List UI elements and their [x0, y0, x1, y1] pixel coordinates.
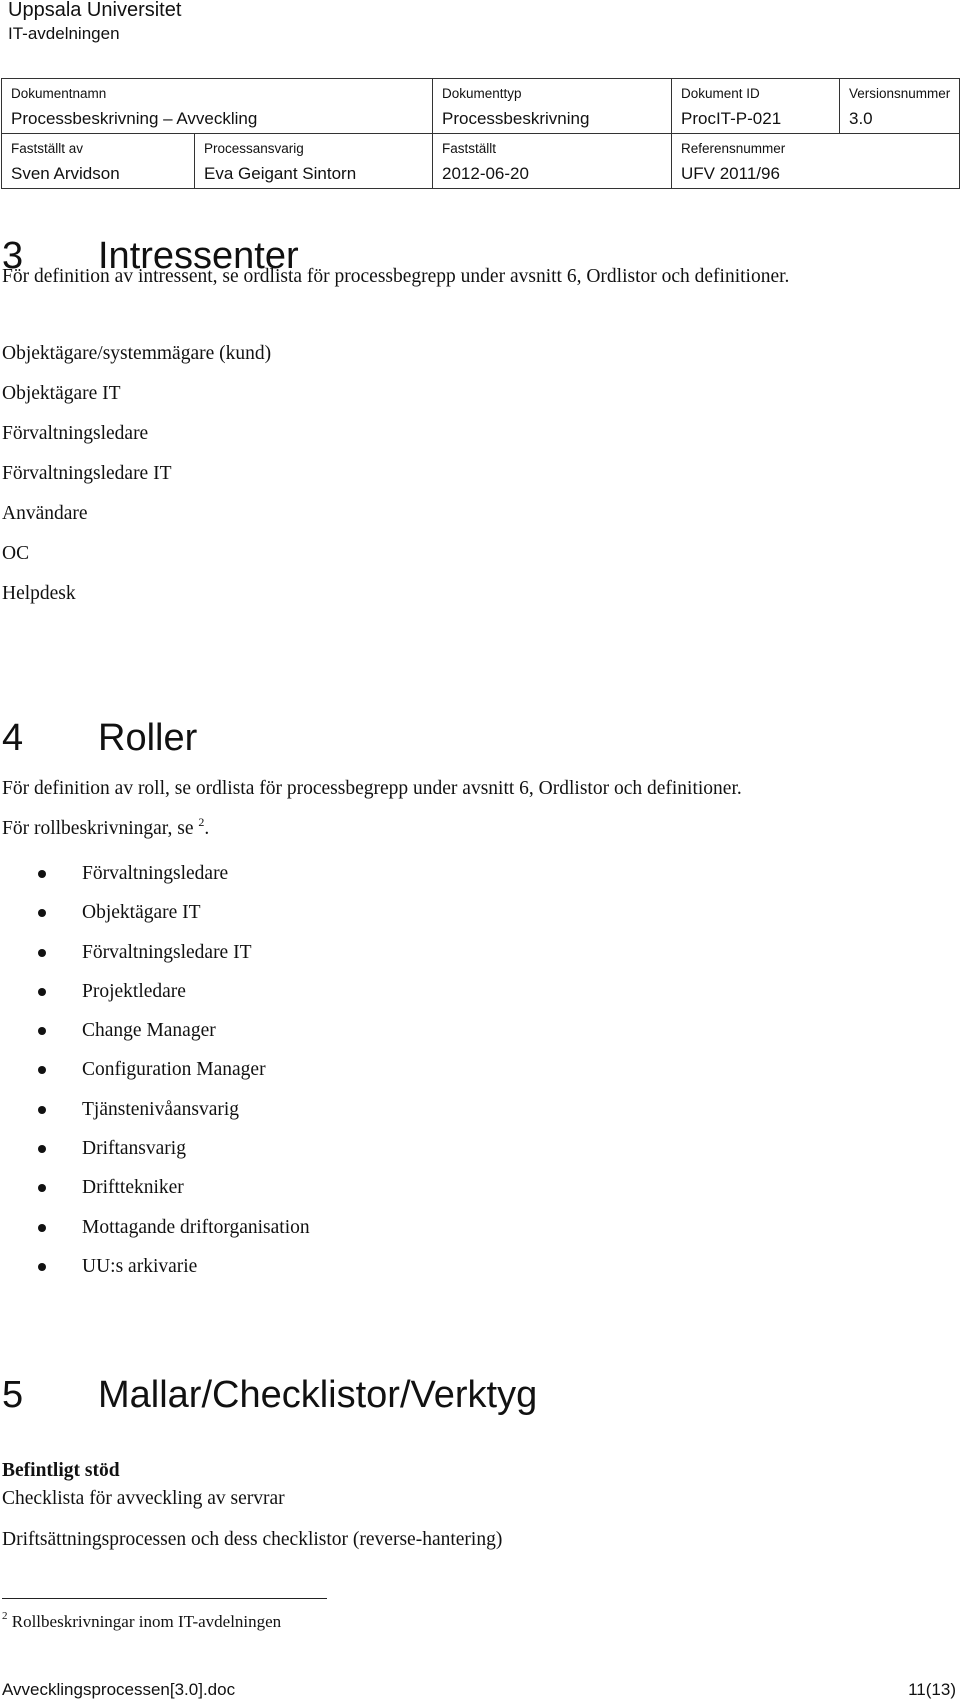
- version-value: 3.0: [849, 109, 873, 128]
- roles-list: Förvaltningsledare Objektägare IT Förval…: [38, 862, 310, 1294]
- section-5-heading: 5 Mallar/Checklistor/Verktyg: [2, 1374, 537, 1417]
- bullet-icon: [38, 1105, 46, 1114]
- document-id-label: Dokument ID: [681, 86, 760, 101]
- bullet-icon: [38, 1223, 46, 1232]
- document-name-label: Dokumentnamn: [11, 86, 107, 101]
- list-item: Driftansvarig: [38, 1137, 310, 1176]
- support-line: Driftsättningsprocessen och dess checkli…: [2, 1529, 503, 1550]
- bullet-icon: [38, 1027, 46, 1036]
- list-item: Configuration Manager: [38, 1058, 310, 1097]
- section-4-intro: För definition av roll, se ordlista för …: [2, 778, 742, 799]
- process-owner-cell: Processansvarig Eva Geigant Sintorn: [194, 133, 433, 189]
- approved-date-value: 2012-06-20: [442, 164, 529, 183]
- document-name-value: Processbeskrivning – Avveckling: [11, 109, 258, 128]
- list-item: OC: [2, 543, 30, 564]
- footnote-text: Rollbeskrivningar inom IT-avdelningen: [7, 1612, 282, 1631]
- document-metadata-table: Dokumentnamn Processbeskrivning – Avveck…: [1, 78, 960, 189]
- document-id-value: ProcIT-P-021: [681, 109, 782, 128]
- document-type-label: Dokumenttyp: [442, 86, 522, 101]
- section-3-intro: För definition av intressent, se ordlist…: [2, 266, 790, 287]
- bullet-icon: [38, 1262, 46, 1271]
- roles-reference-end: .: [204, 818, 210, 839]
- approved-by-cell: Fastställt av Sven Arvidson: [1, 133, 195, 189]
- list-item: Förvaltningsledare: [38, 862, 310, 901]
- bullet-icon: [38, 948, 46, 957]
- list-item: Förvaltningsledare IT: [38, 941, 310, 980]
- list-item: Objektägare/systemmägare (kund): [2, 343, 272, 364]
- footnote: 2 Rollbeskrivningar inom IT-avdelningen: [2, 1610, 282, 1632]
- list-item: Användare: [2, 503, 88, 524]
- existing-support-subheading: Befintligt stöd: [2, 1460, 120, 1481]
- list-item: Förvaltningsledare: [2, 423, 149, 444]
- list-item: Objektägare IT: [2, 383, 121, 404]
- section-title: Mallar/Checklistor/Verktyg: [98, 1374, 538, 1416]
- footer-filename: Avvecklingsprocessen[3.0].doc: [2, 1680, 236, 1699]
- list-item: Helpdesk: [2, 583, 76, 604]
- reference-label: Referensnummer: [681, 141, 786, 156]
- approved-by-label: Fastställt av: [11, 141, 84, 156]
- list-item: Förvaltningsledare IT: [2, 463, 172, 484]
- list-item: Mottagande driftorganisation: [38, 1216, 310, 1255]
- process-owner-label: Processansvarig: [204, 141, 304, 156]
- bullet-icon: [38, 909, 46, 918]
- list-item: UU:s arkivarie: [38, 1255, 310, 1294]
- bullet-icon: [38, 1184, 46, 1193]
- footer-page-number: 11(13): [908, 1680, 956, 1699]
- bullet-icon: [38, 987, 46, 996]
- section-4-heading: 4 Roller: [2, 717, 197, 760]
- list-item: Objektägare IT: [38, 901, 310, 940]
- footnote-marker: 2: [2, 1610, 8, 1622]
- reference-value: UFV 2011/96: [681, 164, 780, 183]
- version-cell: Versionsnummer 3.0: [839, 78, 960, 134]
- list-item: Projektledare: [38, 980, 310, 1019]
- document-name-cell: Dokumentnamn Processbeskrivning – Avveck…: [1, 78, 433, 134]
- roles-reference: För rollbeskrivningar, se 2.: [2, 815, 210, 840]
- bullet-icon: [38, 870, 46, 878]
- footnote-separator: [2, 1598, 327, 1599]
- document-id-cell: Dokument ID ProcIT-P-021: [671, 78, 840, 134]
- list-item: Change Manager: [38, 1019, 310, 1058]
- document-type-value: Processbeskrivning: [442, 109, 590, 128]
- footnote-reference[interactable]: 2: [198, 815, 204, 829]
- roles-reference-text: För rollbeskrivningar, se: [2, 818, 199, 839]
- version-label: Versionsnummer: [849, 86, 951, 101]
- process-owner-value: Eva Geigant Sintorn: [204, 164, 357, 183]
- section-title: Roller: [98, 717, 198, 759]
- approved-date-label: Fastställt: [442, 141, 497, 156]
- support-line: Checklista för avveckling av servrar: [2, 1488, 285, 1509]
- approved-date-cell: Fastställt 2012-06-20: [432, 133, 672, 189]
- bullet-icon: [38, 1145, 46, 1154]
- list-item: Tjänstenivåansvarig: [38, 1098, 310, 1137]
- section-number: 4: [2, 717, 24, 759]
- organization-name: Uppsala Universitet: [8, 0, 182, 21]
- stakeholder-list: Objektägare/systemmägare (kund) Objektäg…: [2, 342, 271, 622]
- list-item: Drifttekniker: [38, 1176, 310, 1215]
- approved-by-value: Sven Arvidson: [11, 164, 120, 183]
- section-number: 5: [2, 1374, 24, 1416]
- document-type-cell: Dokumenttyp Processbeskrivning: [432, 78, 672, 134]
- reference-cell: Referensnummer UFV 2011/96: [671, 133, 960, 189]
- bullet-icon: [38, 1066, 46, 1075]
- department-name: IT-avdelningen: [8, 24, 120, 43]
